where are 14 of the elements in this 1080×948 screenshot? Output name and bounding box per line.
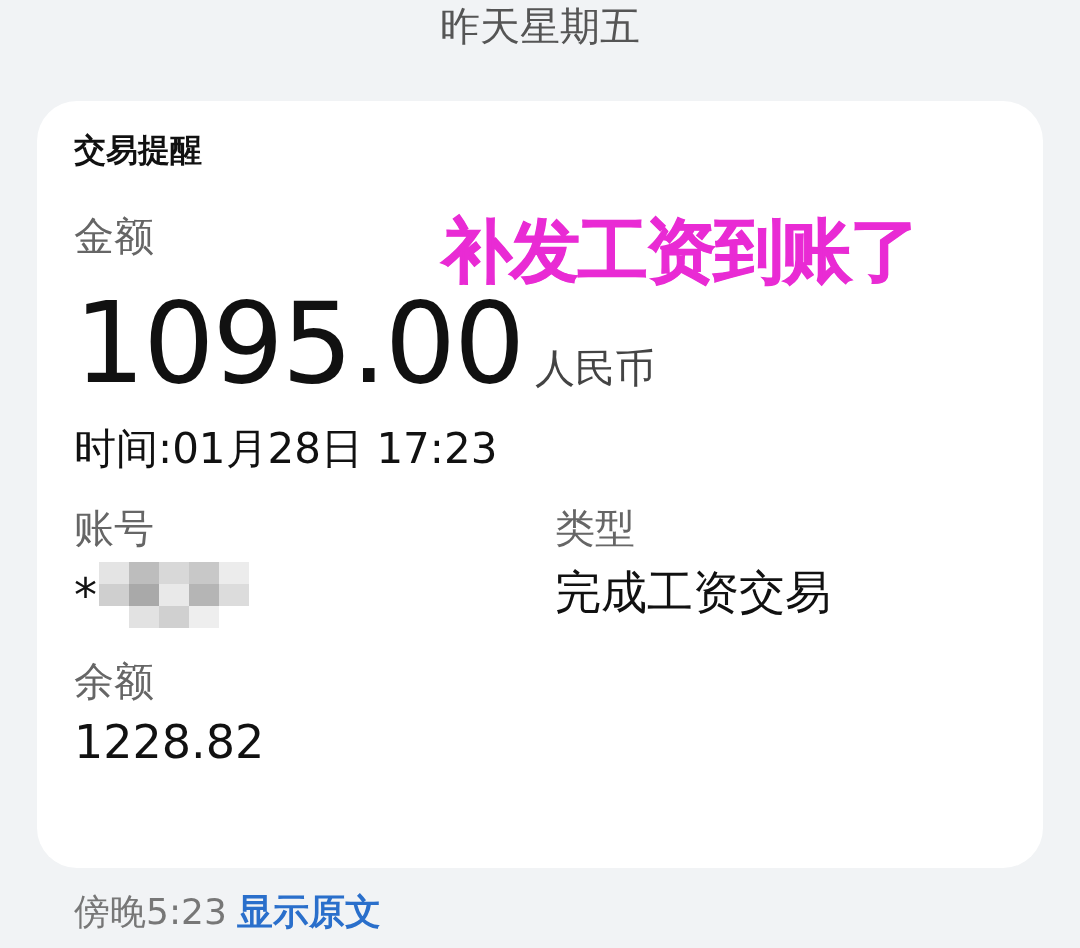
currency-label: 人民币 [535, 344, 656, 393]
balance-value: 1228.82 [74, 715, 265, 769]
show-original-link[interactable]: 显示原文 [236, 888, 381, 937]
card-title: 交易提醒 [74, 130, 202, 171]
date-header: 昨天星期五 [440, 2, 640, 51]
balance-label: 余额 [74, 657, 154, 706]
amount-label: 金额 [74, 212, 154, 261]
field-label: 账号 [74, 504, 154, 553]
field-value: 完成工资交易 [555, 564, 832, 621]
field-label: 类型 [555, 504, 635, 553]
account-number: * [74, 568, 97, 622]
message-time: 傍晚5:23 [74, 890, 227, 934]
transaction-time: 时间:01月28日 17:23 [74, 423, 498, 475]
annotation-text: 补发工资到账了 [442, 209, 918, 294]
